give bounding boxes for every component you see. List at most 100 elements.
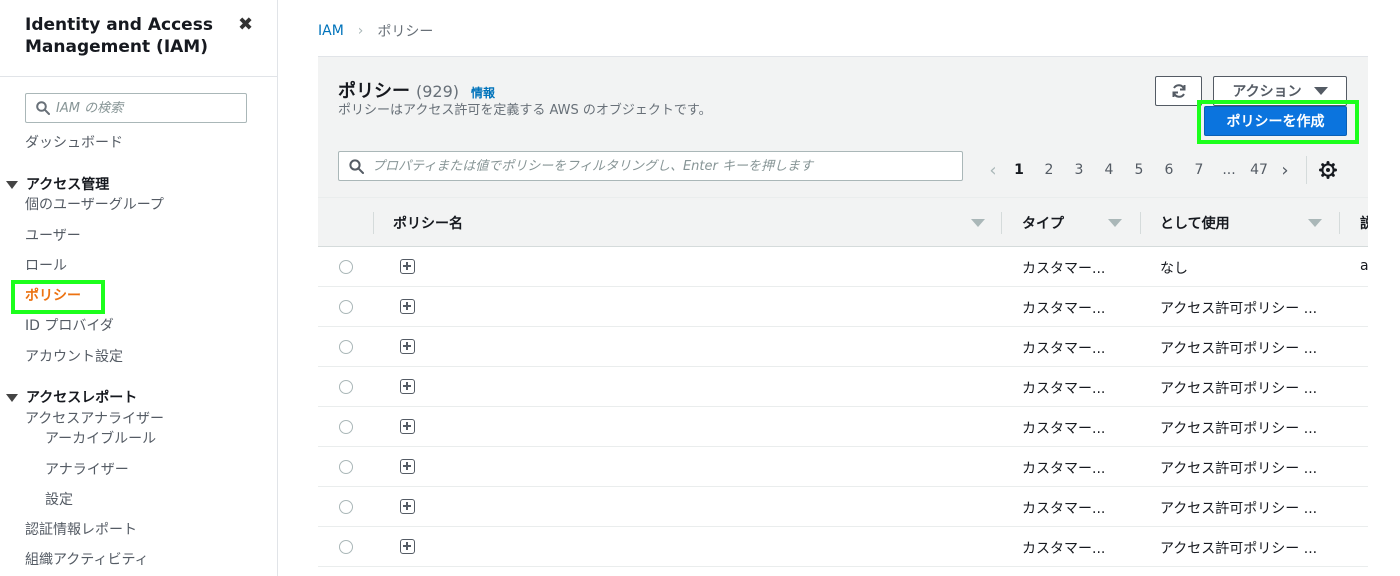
breadcrumb: IAM › ポリシー <box>318 21 433 41</box>
expand-icon[interactable] <box>400 299 415 314</box>
caret-down-icon <box>6 181 18 189</box>
search-icon <box>349 158 364 174</box>
sidebar-search-input[interactable] <box>56 100 236 116</box>
row-used-as: なし <box>1160 261 1188 277</box>
panel-header: ポリシー (929) 情報 ポリシーはアクセス許可を定義する AWS のオブジェ… <box>318 57 1368 197</box>
expand-icon[interactable] <box>400 419 415 434</box>
row-type: カスタマー... <box>1022 421 1106 437</box>
sidebar-item-analyzers[interactable]: アナライザー <box>45 461 129 479</box>
column-label: として使用 <box>1160 216 1230 232</box>
search-icon <box>36 101 50 115</box>
refresh-button[interactable] <box>1155 76 1202 106</box>
row-used-as: アクセス許可ポリシー ... <box>1160 541 1318 557</box>
sidebar-item-credential-report[interactable]: 認証情報レポート <box>25 521 137 539</box>
expand-icon[interactable] <box>400 339 415 354</box>
sort-icon[interactable] <box>1308 219 1322 227</box>
gear-icon[interactable] <box>1319 161 1337 179</box>
sidebar-item-roles[interactable]: ロール <box>25 257 67 275</box>
sort-icon[interactable] <box>971 219 985 227</box>
column-divider <box>1140 212 1141 234</box>
filter-bar[interactable] <box>338 151 963 181</box>
table-row[interactable]: カスタマー... アクセス許可ポリシー ... <box>318 527 1368 567</box>
row-type: カスタマー... <box>1022 341 1106 357</box>
sidebar-item-users[interactable]: ユーザー <box>25 227 81 245</box>
row-used-as: アクセス許可ポリシー ... <box>1160 341 1318 357</box>
sidebar-title: Identity and Access Management (IAM) <box>25 15 213 57</box>
row-radio[interactable] <box>339 420 353 434</box>
sidebar-item-archive-rules[interactable]: アーカイブルール <box>45 430 156 448</box>
caret-down-icon <box>1313 87 1328 95</box>
column-divider <box>1001 212 1002 234</box>
table-row[interactable]: カスタマー... アクセス許可ポリシー ... <box>318 447 1368 487</box>
expand-icon[interactable] <box>400 459 415 474</box>
chevron-left-icon[interactable]: ‹ <box>982 160 1004 181</box>
page-last[interactable]: 47 <box>1244 162 1274 178</box>
close-icon[interactable]: ✖ <box>238 14 253 36</box>
breadcrumb-iam-link[interactable]: IAM <box>318 23 344 39</box>
row-radio[interactable] <box>339 260 353 274</box>
table-row[interactable]: カスタマー... なし a <box>318 247 1369 287</box>
pager-divider <box>1306 156 1307 184</box>
row-used-as: アクセス許可ポリシー ... <box>1160 301 1318 317</box>
page-2[interactable]: 2 <box>1034 162 1064 178</box>
sidebar-section-label: アクセスレポート <box>26 390 138 406</box>
table-row[interactable]: カスタマー... アクセス許可ポリシー ... <box>318 487 1368 527</box>
filter-input[interactable] <box>372 158 952 174</box>
sidebar-item-account-settings[interactable]: アカウント設定 <box>25 348 123 366</box>
sidebar-item-identity-providers[interactable]: ID プロバイダ <box>25 317 114 335</box>
row-radio[interactable] <box>339 540 353 554</box>
sidebar-search[interactable] <box>25 93 247 123</box>
actions-dropdown[interactable]: アクション <box>1213 76 1347 106</box>
page-1[interactable]: 1 <box>1004 162 1034 178</box>
actions-label: アクション <box>1232 84 1302 100</box>
sidebar-item-user-groups[interactable]: 個のユーザーグループ <box>25 196 164 214</box>
page-3[interactable]: 3 <box>1064 162 1094 178</box>
row-radio[interactable] <box>339 500 353 514</box>
column-policy-name[interactable]: ポリシー名 <box>393 198 998 248</box>
sidebar-item-access-analyzer[interactable]: アクセスアナライザー <box>25 410 164 428</box>
page-7[interactable]: 7 <box>1184 162 1214 178</box>
sidebar-item-policies[interactable]: ポリシー <box>25 287 81 305</box>
page-5[interactable]: 5 <box>1124 162 1154 178</box>
sidebar: Identity and Access Management (IAM) ✖ ダ… <box>0 0 278 576</box>
sidebar-item-dashboard[interactable]: ダッシュボード <box>25 134 123 152</box>
sidebar-section-label: アクセス管理 <box>26 177 110 193</box>
row-used-as: アクセス許可ポリシー ... <box>1160 421 1318 437</box>
table-row[interactable]: カスタマー... アクセス許可ポリシー ... <box>318 367 1368 407</box>
table-row[interactable]: カスタマー... アクセス許可ポリシー ... <box>318 287 1368 327</box>
create-policy-button[interactable]: ポリシーを作成 <box>1204 106 1347 136</box>
row-radio[interactable] <box>339 340 353 354</box>
row-type: カスタマー... <box>1022 261 1106 277</box>
sidebar-section-access-reports[interactable]: アクセスレポート <box>6 389 137 407</box>
page-ellipsis: ... <box>1222 162 1236 178</box>
sidebar-divider <box>0 76 278 77</box>
pagination: ‹ 1 2 3 4 5 6 7 ... 47 › <box>982 156 1337 184</box>
expand-icon[interactable] <box>400 259 415 274</box>
row-type: カスタマー... <box>1022 461 1106 477</box>
sidebar-item-org-activity[interactable]: 組織アクティビティ <box>25 551 149 569</box>
column-description[interactable]: 説 <box>1360 198 1368 248</box>
table-row[interactable]: カスタマー... アクセス許可ポリシー ... <box>318 327 1368 367</box>
sidebar-item-analyzer-settings[interactable]: 設定 <box>45 491 73 509</box>
caret-down-icon <box>6 394 18 402</box>
table-row[interactable]: カスタマー... アクセス許可ポリシー ... <box>318 407 1368 447</box>
row-type: カスタマー... <box>1022 301 1106 317</box>
row-type: カスタマー... <box>1022 381 1106 397</box>
chevron-right-icon[interactable]: › <box>1274 160 1296 181</box>
page-description: ポリシーはアクセス許可を定義する AWS のオブジェクトです。 <box>338 103 712 118</box>
row-type: カスタマー... <box>1022 541 1106 557</box>
column-type[interactable]: タイプ <box>1022 198 1142 248</box>
row-radio[interactable] <box>339 460 353 474</box>
page-4[interactable]: 4 <box>1094 162 1124 178</box>
row-radio[interactable] <box>339 380 353 394</box>
sidebar-section-access-management[interactable]: アクセス管理 <box>6 176 109 194</box>
page-6[interactable]: 6 <box>1154 162 1184 178</box>
expand-icon[interactable] <box>400 499 415 514</box>
row-radio[interactable] <box>339 300 353 314</box>
refresh-icon <box>1172 84 1185 98</box>
table-header: ポリシー名 タイプ として使用 説 <box>318 197 1368 247</box>
expand-icon[interactable] <box>400 539 415 554</box>
expand-icon[interactable] <box>400 379 415 394</box>
column-used-as[interactable]: として使用 <box>1160 198 1340 248</box>
sort-icon[interactable] <box>1108 219 1122 227</box>
